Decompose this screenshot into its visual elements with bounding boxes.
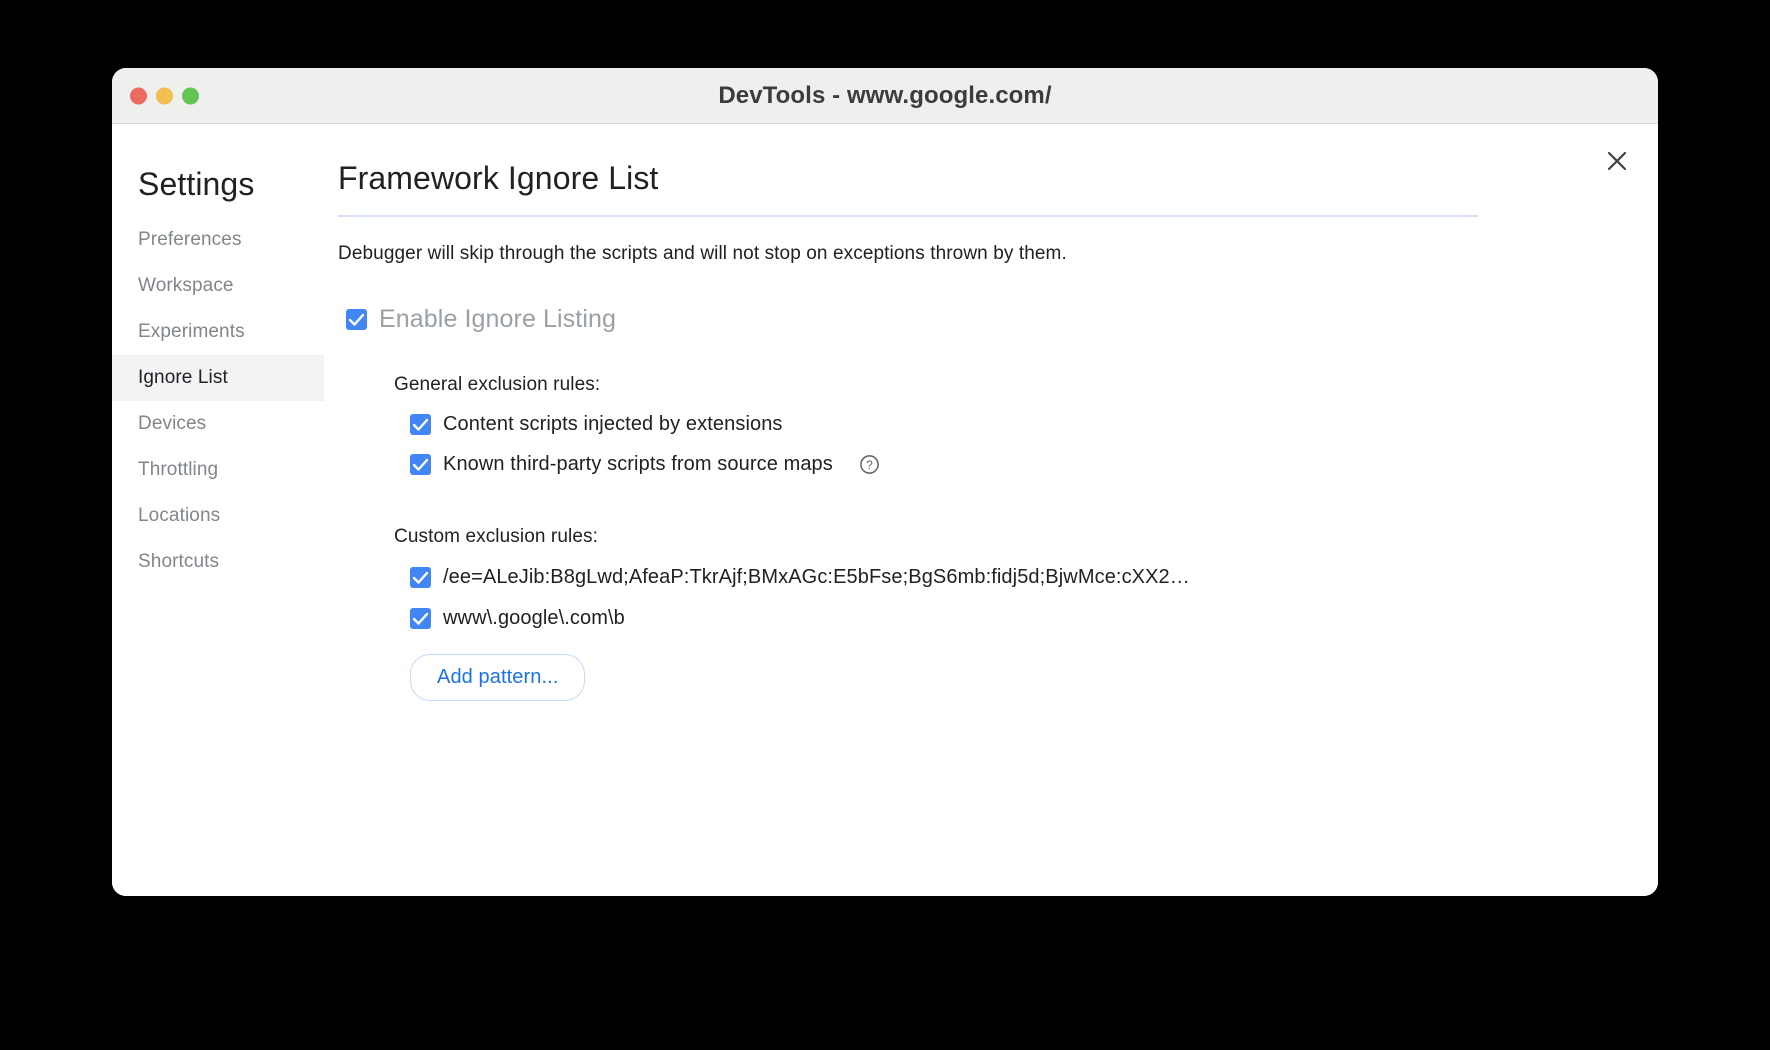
- settings-sidebar: Settings Preferences Workspace Experimen…: [112, 124, 324, 896]
- checkmark-icon: [412, 418, 429, 431]
- svg-text:?: ?: [866, 458, 873, 472]
- custom-pattern-label-2: www\.google\.com\b: [443, 607, 625, 629]
- sidebar-item-preferences[interactable]: Preferences: [120, 217, 324, 263]
- third-party-scripts-label: Known third-party scripts from source ma…: [443, 453, 833, 475]
- help-circle-icon[interactable]: ?: [859, 454, 880, 475]
- content-scripts-row[interactable]: Content scripts injected by extensions: [410, 413, 1618, 436]
- help-circle-glyph: ?: [860, 455, 879, 474]
- page-description: Debugger will skip through the scripts a…: [338, 243, 1067, 264]
- custom-pattern-row[interactable]: www\.google\.com\b: [410, 607, 1618, 630]
- custom-pattern-checkbox-2[interactable]: [410, 608, 431, 629]
- settings-content: Framework Ignore List Debugger will skip…: [324, 124, 1658, 896]
- checkmark-icon: [412, 458, 429, 471]
- content-scripts-label: Content scripts injected by extensions: [443, 413, 783, 435]
- content-scripts-checkbox[interactable]: [410, 414, 431, 435]
- sidebar-item-shortcuts[interactable]: Shortcuts: [120, 539, 324, 585]
- third-party-scripts-row[interactable]: Known third-party scripts from source ma…: [410, 453, 1618, 476]
- checkmark-icon: [348, 313, 365, 326]
- screenshot-root: DevTools - www.google.com/ Settings Pref…: [0, 0, 1770, 1050]
- checkmark-icon: [412, 571, 429, 584]
- sidebar-item-ignore-list[interactable]: Ignore List: [112, 355, 324, 401]
- window-minimize-button[interactable]: [156, 87, 173, 104]
- custom-exclusion-rules-title: Custom exclusion rules:: [394, 526, 598, 547]
- sidebar-title: Settings: [138, 166, 255, 202]
- custom-pattern-label-1: /ee=ALeJib:B8gLwd;AfeaP:TkrAjf;BMxAGc:E5…: [443, 566, 1190, 588]
- enable-ignore-listing-checkbox[interactable]: [346, 309, 367, 330]
- sidebar-item-workspace[interactable]: Workspace: [120, 263, 324, 309]
- add-pattern-button[interactable]: Add pattern...: [410, 654, 586, 701]
- custom-pattern-row[interactable]: /ee=ALeJib:B8gLwd;AfeaP:TkrAjf;BMxAGc:E5…: [410, 566, 1618, 589]
- sidebar-item-devices[interactable]: Devices: [120, 401, 324, 447]
- custom-pattern-checkbox-1[interactable]: [410, 567, 431, 588]
- window-close-button[interactable]: [130, 87, 147, 104]
- window-maximize-button[interactable]: [182, 87, 199, 104]
- window-title: DevTools - www.google.com/: [718, 81, 1052, 109]
- checkmark-icon: [412, 612, 429, 625]
- window-titlebar: DevTools - www.google.com/: [112, 68, 1658, 124]
- general-exclusion-rules-title: General exclusion rules:: [394, 374, 601, 395]
- window-body: Settings Preferences Workspace Experimen…: [112, 124, 1658, 896]
- devtools-window: DevTools - www.google.com/ Settings Pref…: [112, 68, 1658, 896]
- sidebar-item-locations[interactable]: Locations: [120, 493, 324, 539]
- third-party-scripts-checkbox[interactable]: [410, 454, 431, 475]
- traffic-lights: [130, 87, 199, 104]
- enable-ignore-listing-row[interactable]: Enable Ignore Listing: [346, 305, 1618, 334]
- page-title: Framework Ignore List: [338, 160, 1478, 217]
- sidebar-item-throttling[interactable]: Throttling: [120, 447, 324, 493]
- sidebar-item-experiments[interactable]: Experiments: [120, 309, 324, 355]
- enable-ignore-listing-label: Enable Ignore Listing: [379, 305, 616, 333]
